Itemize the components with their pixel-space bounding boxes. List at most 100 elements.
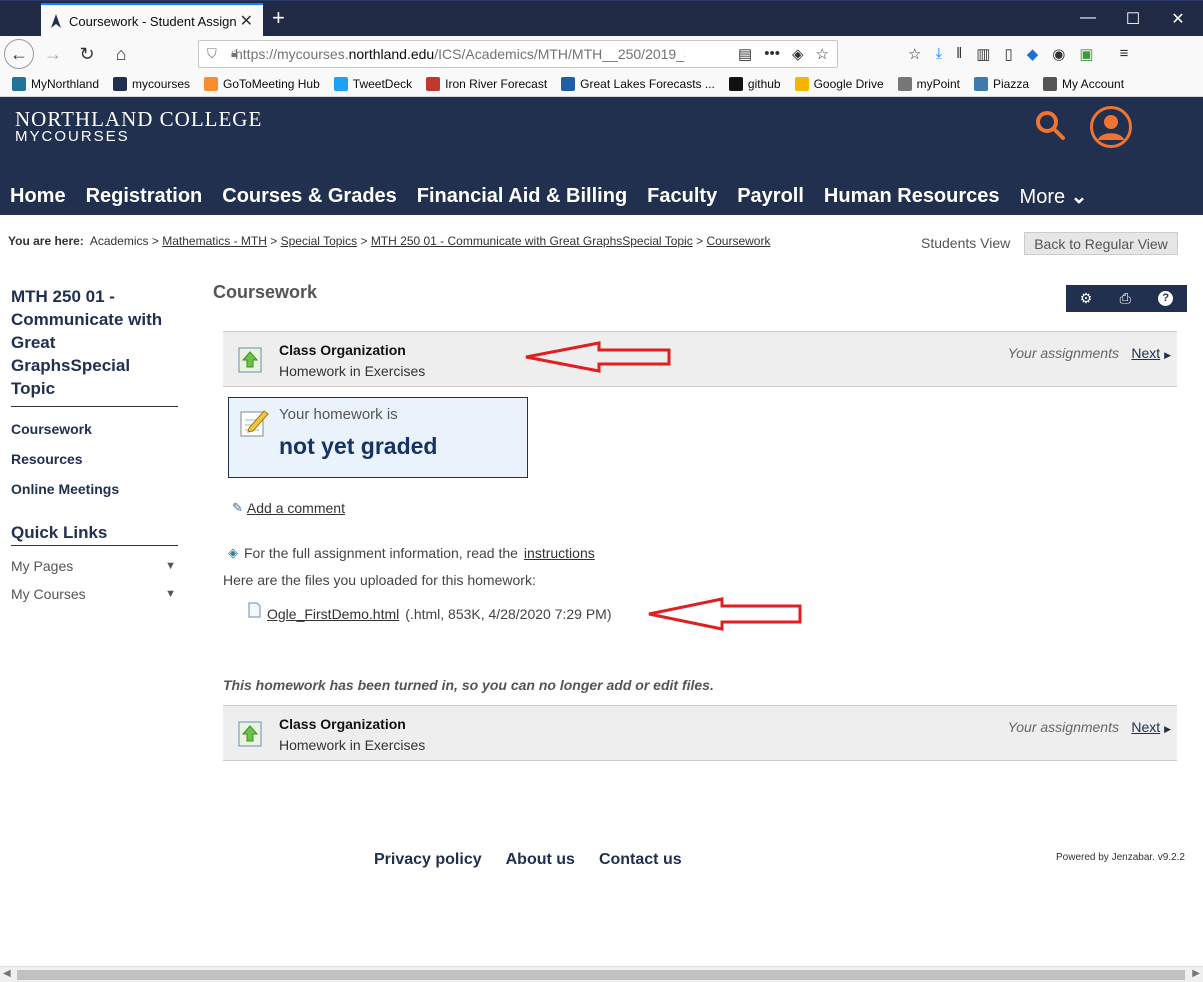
reload-icon[interactable]: ↻ — [72, 39, 102, 69]
bookmark-item[interactable]: My Account — [1043, 77, 1124, 91]
bookmark-label: Great Lakes Forecasts ... — [580, 77, 715, 91]
nav-item-home[interactable]: Home — [0, 185, 76, 208]
back-icon[interactable]: ← — [4, 39, 34, 69]
extension-green-icon[interactable]: ▣ — [1079, 45, 1093, 63]
add-comment-text[interactable]: Add a comment — [247, 500, 345, 516]
bookmark-label: GoToMeeting Hub — [223, 77, 320, 91]
chevron-down-icon: ⌄ — [1065, 185, 1088, 208]
close-window-icon[interactable]: ✕ — [1168, 9, 1188, 29]
tab-title: Coursework - Student Assignm — [69, 13, 236, 29]
print-icon[interactable]: ⎙ — [1120, 290, 1131, 307]
scroll-left-icon[interactable]: ◀ — [3, 968, 11, 979]
sidebar-item-coursework[interactable]: Coursework — [11, 421, 178, 437]
library-icon[interactable]: ‖ — [956, 45, 962, 63]
site-logo-subtitle[interactable]: MYCOURSES — [15, 128, 130, 145]
bookmark-label: MyNorthland — [31, 77, 100, 91]
next-assignment-link[interactable]: Next ▶ — [1131, 345, 1171, 361]
minimize-icon[interactable]: — — [1078, 9, 1098, 27]
extension-icon[interactable]: ◆ — [1027, 45, 1039, 63]
maximize-icon[interactable]: ☐ — [1123, 9, 1143, 29]
back-to-regular-view-button[interactable]: Back to Regular View — [1024, 232, 1178, 255]
powered-by-text: Powered by Jenzabar. v9.2.2 — [1056, 852, 1185, 863]
breadcrumb-item[interactable]: Academics — [90, 234, 149, 248]
course-title[interactable]: MTH 250 01 - Communicate with Great Grap… — [11, 285, 178, 407]
instructions-link[interactable]: instructions — [524, 545, 595, 561]
privacy-policy-link[interactable]: Privacy policy — [374, 851, 482, 869]
chevron-down-icon[interactable]: ▼ — [165, 588, 176, 600]
quick-link-label: My Pages — [11, 558, 74, 574]
quick-link-label: My Courses — [11, 586, 86, 602]
next-assignment-link[interactable]: Next ▶ — [1131, 719, 1171, 735]
contact-us-link[interactable]: Contact us — [599, 851, 682, 869]
add-comment-link[interactable]: ✎ Add a comment — [232, 500, 345, 516]
bookmark-item[interactable]: Google Drive — [794, 77, 884, 91]
chevron-down-icon[interactable]: ▼ — [165, 560, 176, 572]
url-text[interactable]: https://mycourses.northland.edu/ICS/Acad… — [235, 46, 685, 62]
account-icon[interactable]: ◉ — [1052, 45, 1065, 63]
quick-link-my-pages[interactable]: My Pages ▼ — [11, 558, 178, 574]
favicon-icon — [51, 14, 61, 28]
bookmark-item[interactable]: myPoint — [897, 77, 960, 91]
nav-item-human-resources[interactable]: Human Resources — [814, 185, 1010, 208]
weather-icon — [426, 77, 441, 91]
drive-icon — [794, 77, 809, 91]
nav-item-label: Registration — [85, 184, 203, 207]
uploaded-file-link[interactable]: Ogle_FirstDemo.html — [267, 606, 399, 622]
new-tab-icon[interactable]: + — [272, 6, 285, 30]
shield-icon[interactable]: ⛉ — [207, 46, 217, 62]
bookmark-item[interactable]: github — [728, 77, 781, 91]
user-avatar-icon[interactable] — [1090, 106, 1132, 148]
bookmark-star-icon[interactable]: ☆ — [816, 45, 829, 63]
nav-item-registration[interactable]: Registration — [76, 185, 213, 208]
help-icon[interactable]: ? — [1158, 291, 1174, 306]
bookmark-item[interactable]: Piazza — [973, 77, 1029, 91]
sidebar-item-online-meetings[interactable]: Online Meetings — [11, 481, 178, 497]
address-bar[interactable]: ⛉ 🔒︎ https://mycourses.northland.edu/ICS… — [198, 40, 838, 68]
nav-item-label: Financial Aid & Billing — [416, 184, 628, 207]
breadcrumb-item[interactable]: Mathematics - MTH — [162, 234, 267, 248]
grade-status-value: not yet graded — [279, 433, 438, 459]
breadcrumb-item[interactable]: Special Topics — [281, 234, 358, 248]
home-icon[interactable]: ⌂ — [106, 39, 136, 69]
page-icon[interactable]: ▯ — [1004, 45, 1012, 63]
reader-view-icon[interactable]: ▤ — [738, 45, 752, 63]
nav-item-payroll[interactable]: Payroll — [727, 185, 814, 208]
bookmark-manager-icon[interactable]: ☆ — [908, 45, 921, 63]
nav-item-more[interactable]: More ⌄ — [1010, 184, 1098, 209]
bookmark-item[interactable]: Great Lakes Forecasts ... — [561, 77, 715, 91]
quick-link-my-courses[interactable]: My Courses ▼ — [11, 586, 178, 602]
page-actions-icon[interactable]: ••• — [764, 45, 780, 63]
gear-icon[interactable]: ⚙ — [1080, 290, 1093, 307]
bookmark-item[interactable]: TweetDeck — [333, 77, 413, 91]
browser-tab[interactable]: Coursework - Student Assignm ✕ — [41, 3, 263, 37]
breadcrumb-item[interactable]: Coursework — [706, 234, 770, 248]
lock-icon[interactable]: 🔒︎ — [231, 45, 238, 61]
menu-icon[interactable]: ≡ — [1120, 45, 1129, 63]
nav-item-courses-grades[interactable]: Courses & Grades — [212, 185, 407, 208]
bookmark-item[interactable]: Iron River Forecast — [426, 77, 547, 91]
forward-icon[interactable]: → — [38, 39, 68, 69]
scroll-right-icon[interactable]: ▶ — [1192, 968, 1200, 979]
horizontal-scrollbar[interactable]: ◀ ▶ — [0, 966, 1203, 982]
scrollbar-thumb[interactable] — [17, 970, 1185, 980]
bookmark-item[interactable]: mycourses — [113, 77, 190, 91]
bookmarks-bar: MyNorthland mycourses GoToMeeting Hub Tweet… — [0, 72, 1203, 97]
grade-status-label: Your homework is — [279, 406, 398, 423]
nav-item-faculty[interactable]: Faculty — [637, 185, 727, 208]
pocket-icon[interactable]: ◈ — [792, 45, 804, 63]
grade-status-box: Your homework is not yet graded — [228, 397, 528, 478]
bookmark-label: mycourses — [132, 77, 191, 91]
download-icon[interactable]: ⤓ — [935, 45, 942, 63]
bookmark-item[interactable]: MyNorthland — [12, 77, 99, 91]
sidebar-icon[interactable]: ▥ — [976, 45, 990, 63]
close-tab-icon[interactable]: ✕ — [240, 11, 253, 31]
search-icon[interactable] — [1034, 109, 1066, 141]
bookmark-label: TweetDeck — [352, 77, 413, 91]
sidebar-item-resources[interactable]: Resources — [11, 451, 178, 467]
breadcrumb-item[interactable]: MTH 250 01 - Communicate with Great Grap… — [371, 234, 693, 248]
turned-in-notice: This homework has been turned in, so you… — [223, 677, 714, 693]
about-us-link[interactable]: About us — [506, 851, 575, 869]
nav-item-financial-aid-billing[interactable]: Financial Aid & Billing — [407, 185, 637, 208]
bookmark-item[interactable]: GoToMeeting Hub — [204, 77, 320, 91]
page-icon — [897, 77, 912, 91]
